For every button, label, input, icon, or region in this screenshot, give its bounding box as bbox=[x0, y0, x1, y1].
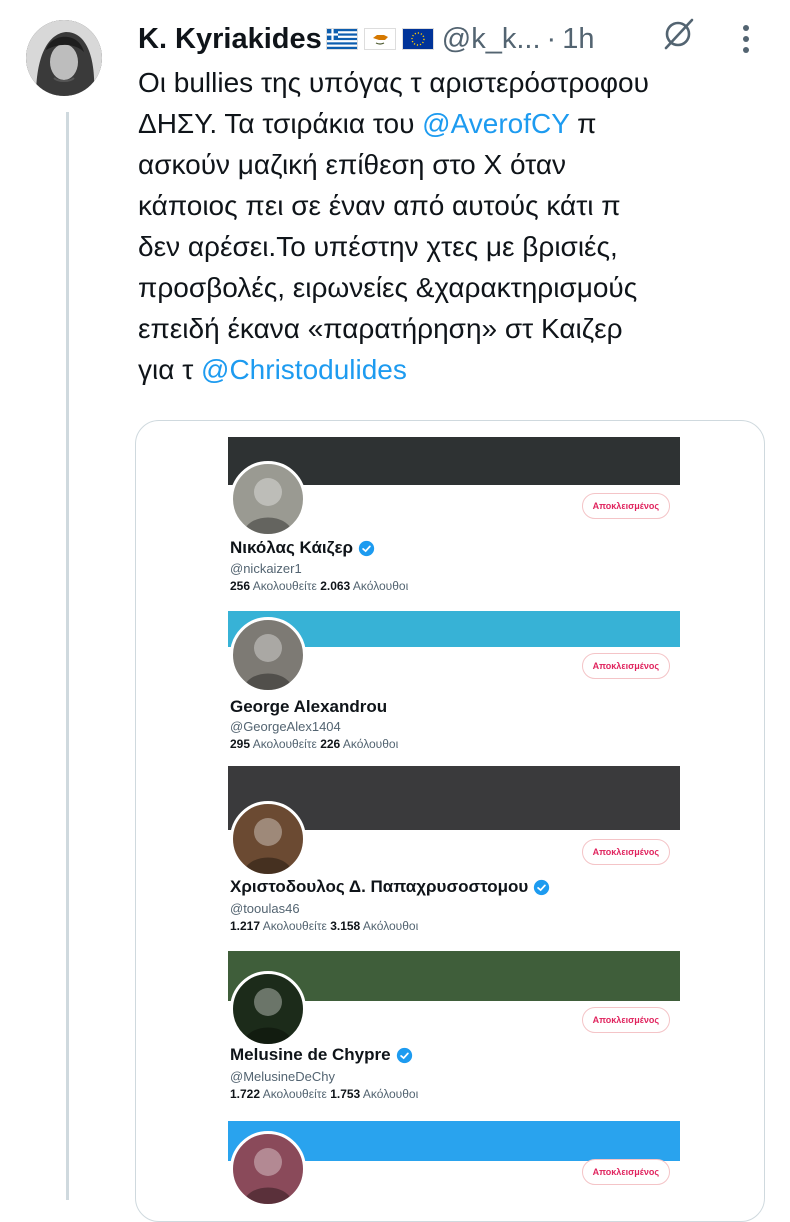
profile-handle: @MelusineDeChy bbox=[230, 1069, 335, 1084]
following-label: Ακολουθείτε bbox=[252, 579, 317, 593]
tweet-text-line: προσβολές, ειρωνείες &χαρακτηρισμούς bbox=[138, 267, 768, 308]
author-avatar[interactable] bbox=[26, 20, 102, 96]
profile-stats: 295 Ακολουθείτε 226 Ακόλουθοι bbox=[230, 737, 398, 751]
thread-line bbox=[66, 112, 69, 1200]
following-count: 1.217 bbox=[230, 919, 261, 933]
tweet-text-line: Οι bullies της υπόγας τ αριστερόστροφου bbox=[138, 62, 768, 103]
profile-stats: 256 Ακολουθείτε 2.063 Ακόλουθοι bbox=[230, 579, 408, 593]
blocked-button: Αποκλεισμένος bbox=[581, 839, 670, 865]
tweet-text-segment: ΔΗΣΥ. Τα τσιράκια του bbox=[138, 108, 423, 139]
profile-name: Νικόλας Κάιζερ bbox=[230, 538, 375, 558]
profile-name-text: Melusine de Chypre bbox=[230, 1045, 391, 1064]
following-count: 1.722 bbox=[230, 1087, 261, 1101]
tweet-text-line: δεν αρέσει.Το υπέστην χτες με βρισιές, bbox=[138, 226, 768, 267]
cyprus-flag-icon bbox=[363, 28, 396, 50]
profile-name-text: Νικόλας Κάιζερ bbox=[230, 538, 354, 557]
verified-badge-icon bbox=[396, 1047, 412, 1063]
grok-icon[interactable] bbox=[660, 16, 696, 52]
tweet-text: Οι bullies της υπόγας τ αριστερόστροφου Δ… bbox=[138, 62, 768, 390]
profile-name-text: George Alexandrou bbox=[230, 697, 388, 716]
following-label: Ακολουθείτε bbox=[252, 737, 317, 751]
profile-avatar bbox=[230, 461, 306, 537]
separator-dot: · bbox=[546, 22, 557, 55]
tweet-text-segment: κάποιος πει σε έναν από αυτούς κάτι π bbox=[138, 190, 621, 221]
mention-link[interactable]: @Christodulides bbox=[201, 354, 407, 385]
following-label: Ακολουθείτε bbox=[262, 919, 327, 933]
tweet-text-segment: επειδή έκανα «παρατήρηση» στ Καιζερ bbox=[138, 313, 623, 344]
followers-label: Ακόλουθοι bbox=[362, 919, 419, 933]
profile-stats: 1.217 Ακολουθείτε 3.158 Ακόλουθοι bbox=[230, 919, 418, 933]
verified-badge-icon bbox=[534, 879, 550, 895]
profile-handle: @nickaizer1 bbox=[230, 561, 302, 576]
profile-card: Αποκλεισμένος George Alexandrou @GeorgeAle… bbox=[228, 611, 680, 751]
tweet-media-image[interactable]: Αποκλεισμένος Νικόλας Κάιζερ @nickaizer1 25… bbox=[135, 420, 765, 1222]
tweet-text-line: ΔΗΣΥ. Τα τσιράκια του @AverofCY π bbox=[138, 103, 768, 144]
author-name[interactable]: K. Kyriakides bbox=[138, 23, 322, 56]
greece-flag-icon bbox=[325, 28, 358, 50]
followers-count: 1.753 bbox=[330, 1087, 361, 1101]
blocked-button: Αποκλεισμένος bbox=[581, 1007, 670, 1033]
profile-handle: @tooulas46 bbox=[230, 901, 300, 916]
profile-avatar bbox=[230, 617, 306, 693]
tweet-text-line: για τ @Christodulides bbox=[138, 349, 768, 390]
tweet-text-segment: Οι bullies της υπόγας τ αριστερόστροφου bbox=[138, 67, 649, 98]
tweet-text-line: κάποιος πει σε έναν από αυτούς κάτι π bbox=[138, 185, 768, 226]
tweet-text-segment: δεν αρέσει.Το υπέστην χτες με βρισιές, bbox=[138, 231, 618, 262]
following-count: 256 bbox=[230, 579, 251, 593]
tweet-text-line: επειδή έκανα «παρατήρηση» στ Καιζερ bbox=[138, 308, 768, 349]
tweet-text-segment: προσβολές, ειρωνείες &χαρακτηρισμούς bbox=[138, 272, 638, 303]
tweet-header: K. Kyriakides @k_k... · 1h bbox=[138, 18, 594, 60]
tweet-time[interactable]: 1h bbox=[562, 23, 594, 56]
mention-link[interactable]: @AverofCY bbox=[422, 108, 569, 139]
profile-name: Melusine de Chypre bbox=[230, 1045, 413, 1065]
tweet-text-segment: π bbox=[569, 108, 597, 139]
eu-flag-icon bbox=[401, 28, 434, 50]
profile-name: Χριστοδουλος Δ. Παπαχρυσοστομου bbox=[230, 877, 550, 897]
blocked-button: Αποκλεισμένος bbox=[581, 653, 670, 679]
following-label: Ακολουθείτε bbox=[262, 1087, 327, 1101]
profile-name: George Alexandrou bbox=[230, 697, 387, 717]
tweet-text-line: ασκούν μαζική επίθεση στο Χ όταν bbox=[138, 144, 768, 185]
profile-card: Αποκλεισμένος bbox=[228, 1121, 680, 1221]
followers-count: 3.158 bbox=[330, 919, 361, 933]
followers-count: 2.063 bbox=[320, 579, 351, 593]
profile-card: Αποκλεισμένος Χριστοδουλος Δ. Παπαχρυσοστ… bbox=[228, 766, 680, 956]
profile-avatar bbox=[230, 801, 306, 877]
profile-name-text: Χριστοδουλος Δ. Παπαχρυσοστομου bbox=[230, 877, 529, 896]
tweet-text-segment: για τ bbox=[138, 354, 202, 385]
author-handle[interactable]: @k_k... bbox=[442, 23, 541, 56]
profile-avatar bbox=[230, 1131, 306, 1207]
profile-avatar bbox=[230, 971, 306, 1047]
followers-label: Ακόλουθοι bbox=[362, 1087, 419, 1101]
profile-card: Αποκλεισμένος Melusine de Chypre @Melusine… bbox=[228, 951, 680, 1111]
followers-count: 226 bbox=[320, 737, 341, 751]
blocked-button: Αποκλεισμένος bbox=[581, 493, 670, 519]
profile-stats: 1.722 Ακολουθείτε 1.753 Ακόλουθοι bbox=[230, 1087, 418, 1101]
tweet-text-segment: ασκούν μαζική επίθεση στο Χ όταν bbox=[138, 149, 567, 180]
blocked-button: Αποκλεισμένος bbox=[581, 1159, 670, 1185]
flag-emojis bbox=[325, 28, 434, 50]
more-options-icon[interactable] bbox=[742, 24, 750, 54]
following-count: 295 bbox=[230, 737, 251, 751]
profile-card: Αποκλεισμένος Νικόλας Κάιζερ @nickaizer1 25… bbox=[228, 437, 680, 612]
followers-label: Ακόλουθοι bbox=[352, 579, 409, 593]
followers-label: Ακόλουθοι bbox=[342, 737, 399, 751]
profile-handle: @GeorgeAlex1404 bbox=[230, 719, 341, 734]
verified-badge-icon bbox=[358, 540, 375, 556]
